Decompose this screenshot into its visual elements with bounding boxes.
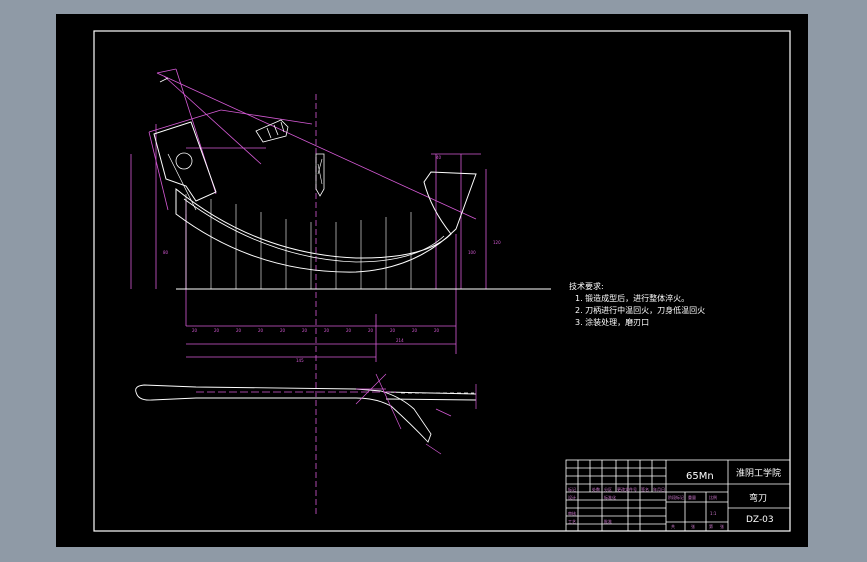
dim-label: 20 xyxy=(390,328,396,333)
dim-label: 20 xyxy=(412,328,418,333)
dim-label: 20 xyxy=(434,328,440,333)
tb-label: 第 xyxy=(709,524,713,529)
material-label: 65Mn xyxy=(686,471,714,482)
school-name: 淮阴工学院 xyxy=(736,469,782,479)
tb-label: 标记 xyxy=(568,487,576,492)
requirement-item: 1. 锻造成型后，进行整体淬火。 xyxy=(575,294,690,303)
blade-plan-view xyxy=(135,373,477,455)
tb-label: 共 xyxy=(671,524,675,529)
tb-label: 更改文件号 xyxy=(617,487,637,492)
tb-label: 批准 xyxy=(604,519,612,524)
tb-label: 重量 xyxy=(688,495,696,500)
requirements-heading: 技术要求: xyxy=(569,282,604,291)
tb-label: 工艺 xyxy=(568,519,576,524)
tb-label: 张 xyxy=(720,524,724,529)
dim-right-height-1: 120 xyxy=(493,240,501,245)
drawing-number: DZ-03 xyxy=(746,515,774,525)
dim-label: 20 xyxy=(324,328,330,333)
scale-value: 1:1 xyxy=(710,511,717,516)
tb-label: 审核 xyxy=(568,511,576,516)
dim-label: 20 xyxy=(214,328,220,333)
dim-label: 20 xyxy=(346,328,352,333)
tb-label: 分区 xyxy=(604,487,612,492)
dim-label: 20 xyxy=(258,328,264,333)
tb-label: 比例 xyxy=(709,495,717,500)
requirement-item: 2. 刀柄进行中温回火，刀身低温回火 xyxy=(575,306,706,315)
dim-label: 20 xyxy=(236,328,242,333)
dim-top-width: 40 xyxy=(436,155,442,160)
tb-label: 年月日 xyxy=(653,487,665,492)
dim-right-height-2: 100 xyxy=(468,250,476,255)
tb-label: 设计 xyxy=(568,495,576,500)
dim-label: 20 xyxy=(192,328,198,333)
requirement-item: 3. 涂装处理，磨刃口 xyxy=(575,318,650,327)
tb-label: 处数 xyxy=(592,487,600,492)
tb-label: 张 xyxy=(691,524,695,529)
tb-label: 标准化 xyxy=(604,495,616,500)
blade-front-view: 20 20 20 20 20 20 20 20 20 20 20 20 145 … xyxy=(130,68,551,514)
drawing-sheet: 20 20 20 20 20 20 20 20 20 20 20 20 145 … xyxy=(56,14,808,547)
tb-label: 阶段标记 xyxy=(668,495,684,500)
technical-requirements: 技术要求: 1. 锻造成型后，进行整体淬火。 2. 刀柄进行中温回火，刀身低温回… xyxy=(569,281,705,329)
dim-label: 20 xyxy=(302,328,308,333)
dim-label: 20 xyxy=(368,328,374,333)
dim-left-height: 80 xyxy=(163,250,169,255)
part-name: 弯刀 xyxy=(749,494,768,504)
dim-label: 20 xyxy=(280,328,286,333)
tb-label: 签名 xyxy=(641,487,649,492)
dim-overall-2: 214 xyxy=(396,338,404,343)
dim-overall-1: 145 xyxy=(296,358,304,363)
